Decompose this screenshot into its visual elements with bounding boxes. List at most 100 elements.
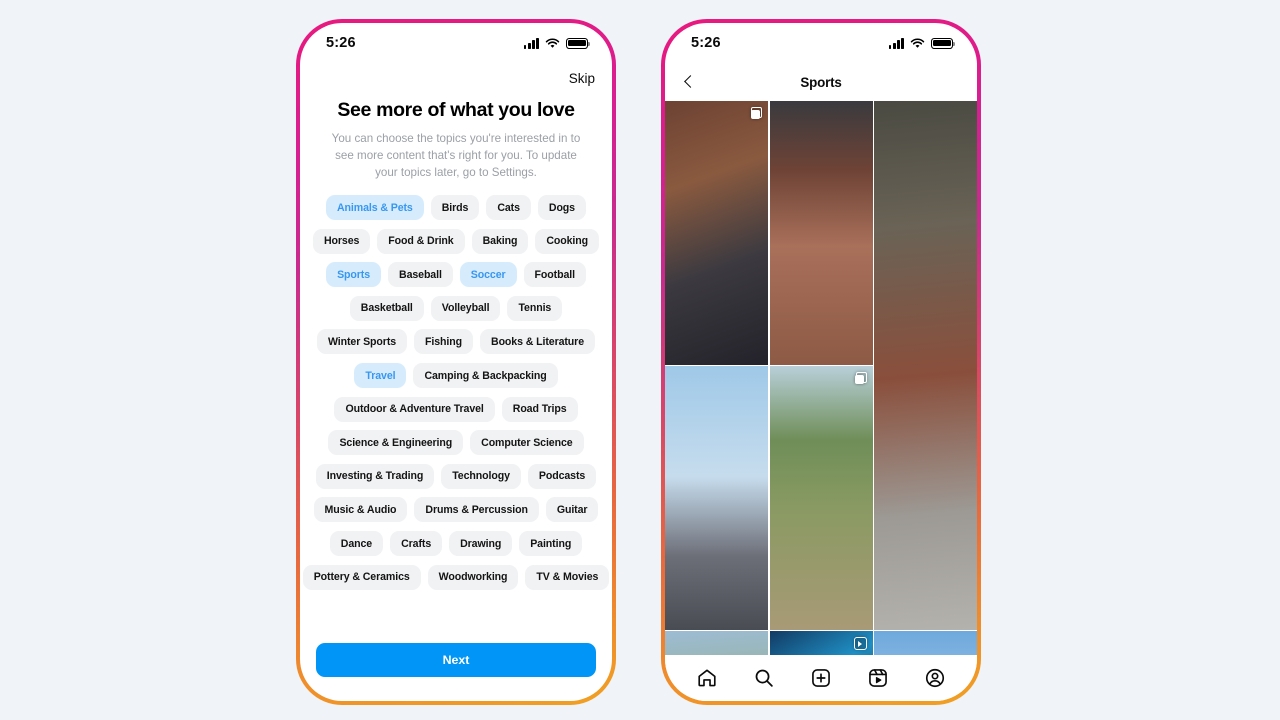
topic-chip[interactable]: Woodworking xyxy=(427,564,519,590)
topic-chip[interactable]: Podcasts xyxy=(527,463,597,489)
topic-chip[interactable]: Winter Sports xyxy=(316,329,408,355)
topic-chip[interactable]: Volleyball xyxy=(430,295,501,321)
person-balancing-soccer-ball-on-head xyxy=(665,631,768,655)
topic-chip[interactable]: Pottery & Ceramics xyxy=(302,564,421,590)
topic-chip[interactable]: Drawing xyxy=(449,531,513,557)
topic-chip[interactable]: Road Trips xyxy=(501,396,578,422)
skip-button[interactable]: Skip xyxy=(569,71,595,86)
bottom-tab-bar xyxy=(665,655,977,701)
status-bar-left: 5:26 xyxy=(300,23,612,63)
cellular-bars-icon xyxy=(888,37,904,49)
topic-chip[interactable]: Cats xyxy=(486,195,531,221)
screenshot-stage: 5:26 Skip See more of what you love You … xyxy=(0,0,1280,720)
battery-icon xyxy=(931,37,956,49)
home-icon[interactable] xyxy=(696,667,718,689)
topic-chip-row: Travel Camping & Backpacking xyxy=(312,363,600,389)
topic-chip[interactable]: Travel xyxy=(354,363,407,389)
create-plus-icon[interactable] xyxy=(810,667,832,689)
status-icons xyxy=(523,37,591,49)
topic-chip[interactable]: Camping & Backpacking xyxy=(413,363,558,389)
grid-tile[interactable] xyxy=(665,101,768,365)
battery-icon xyxy=(566,37,591,49)
topic-chip-row: Investing & Trading Technology Podcasts xyxy=(312,463,600,489)
girl-holding-football-in-field xyxy=(769,366,873,630)
topic-chip[interactable]: Football xyxy=(523,262,586,288)
topic-chip[interactable]: Science & Engineering xyxy=(328,430,464,456)
topic-chip[interactable]: Animals & Pets xyxy=(326,195,424,221)
topic-chip-row: Dance Crafts Drawing Painting xyxy=(312,531,600,557)
cellular-bars-icon xyxy=(523,37,539,49)
topic-chip[interactable]: Investing & Trading xyxy=(315,463,435,489)
photo-grid xyxy=(665,101,977,655)
topic-chip[interactable]: Music & Audio xyxy=(313,497,408,523)
wifi-icon xyxy=(910,37,925,48)
reel-icon xyxy=(853,637,867,650)
phone-right-sports-feed: 5:26 Sports xyxy=(661,19,981,705)
grid-tile[interactable] xyxy=(769,366,873,630)
topic-chip[interactable]: Cooking xyxy=(535,228,600,254)
topic-chip[interactable]: Baking xyxy=(471,228,529,254)
topic-chip[interactable]: Birds xyxy=(430,195,480,221)
two-skaters-at-skatepark-blue-sky xyxy=(665,366,768,630)
page-subtitle: You can choose the topics you're interes… xyxy=(331,132,581,180)
profile-icon[interactable] xyxy=(924,667,946,689)
basketball-dunk-outdoor-court xyxy=(874,631,977,655)
topic-chip[interactable]: Dance xyxy=(329,531,384,557)
screen-topics: 5:26 Skip See more of what you love You … xyxy=(300,23,612,701)
topic-chip[interactable]: Painting xyxy=(519,531,583,557)
topic-chip[interactable]: Food & Drink xyxy=(377,228,465,254)
topic-chip[interactable]: Drums & Percussion xyxy=(414,497,539,523)
status-time: 5:26 xyxy=(326,35,356,51)
topic-chip-list: Animals & Pets Birds Cats Dogs Horses Food & … xyxy=(300,181,612,643)
person-jumping-splits-by-staircase xyxy=(874,101,977,630)
nav-header: Sports xyxy=(665,63,977,101)
person-sitting-tying-shoelaces xyxy=(665,101,768,365)
topic-chip[interactable]: Soccer xyxy=(459,262,517,288)
screen-sports: 5:26 Sports xyxy=(665,23,977,701)
reels-icon[interactable] xyxy=(867,667,889,689)
topic-chip-row: Winter Sports Fishing Books & Literature xyxy=(312,329,600,355)
topic-chip[interactable]: Books & Literature xyxy=(480,329,595,355)
skip-bar: Skip xyxy=(300,63,612,93)
topic-chip[interactable]: TV & Movies xyxy=(525,564,610,590)
topic-chip-row: Basketball Volleyball Tennis xyxy=(312,295,600,321)
carousel-icon xyxy=(854,372,867,385)
topic-chip[interactable]: Crafts xyxy=(390,531,443,557)
grid-tile[interactable] xyxy=(769,101,873,365)
nav-title: Sports xyxy=(800,74,842,90)
status-time: 5:26 xyxy=(691,35,721,51)
grid-tile[interactable] xyxy=(665,631,768,655)
topic-chip[interactable]: Fishing xyxy=(414,329,474,355)
topic-chip[interactable]: Horses xyxy=(312,228,371,254)
topic-chip[interactable]: Baseball xyxy=(388,262,453,288)
skateboard-mid-air-trick-on-brick xyxy=(769,101,873,365)
topic-chip-row: Music & Audio Drums & Percussion Guitar xyxy=(312,497,600,523)
wifi-icon xyxy=(545,37,560,48)
grid-tile[interactable] xyxy=(874,631,977,655)
topic-chip[interactable]: Technology xyxy=(441,463,521,489)
topic-chip-row: Outdoor & Adventure Travel Road Trips xyxy=(312,396,600,422)
topic-chip[interactable]: Basketball xyxy=(349,295,424,321)
grid-tile[interactable] xyxy=(874,101,977,630)
cta-container: Next xyxy=(300,643,612,701)
topic-chip-row: Horses Food & Drink Baking Cooking xyxy=(312,228,600,254)
topic-chip[interactable]: Computer Science xyxy=(470,430,584,456)
intro-block: See more of what you love You can choose… xyxy=(300,93,612,181)
topic-chip[interactable]: Sports xyxy=(326,262,382,288)
grid-tile[interactable] xyxy=(769,631,873,655)
page-title: See more of what you love xyxy=(337,99,575,121)
topic-chip[interactable]: Dogs xyxy=(537,195,586,221)
topic-chip-row: Pottery & Ceramics Woodworking TV & Movies xyxy=(302,564,610,590)
topic-chip-row: Animals & Pets Birds Cats Dogs xyxy=(312,195,600,221)
topic-chip[interactable]: Tennis xyxy=(507,295,563,321)
grid-tile[interactable] xyxy=(665,366,768,630)
status-icons xyxy=(888,37,956,49)
next-button[interactable]: Next xyxy=(316,643,596,677)
topic-chip[interactable]: Outdoor & Adventure Travel xyxy=(334,396,495,422)
topic-chip[interactable]: Guitar xyxy=(545,497,599,523)
topic-chip-row: Sports Baseball Soccer Football xyxy=(312,262,600,288)
search-icon[interactable] xyxy=(753,667,775,689)
chevron-left-icon[interactable] xyxy=(681,74,697,90)
topic-chip-row: Science & Engineering Computer Science xyxy=(312,430,600,456)
carousel-icon xyxy=(749,107,762,120)
